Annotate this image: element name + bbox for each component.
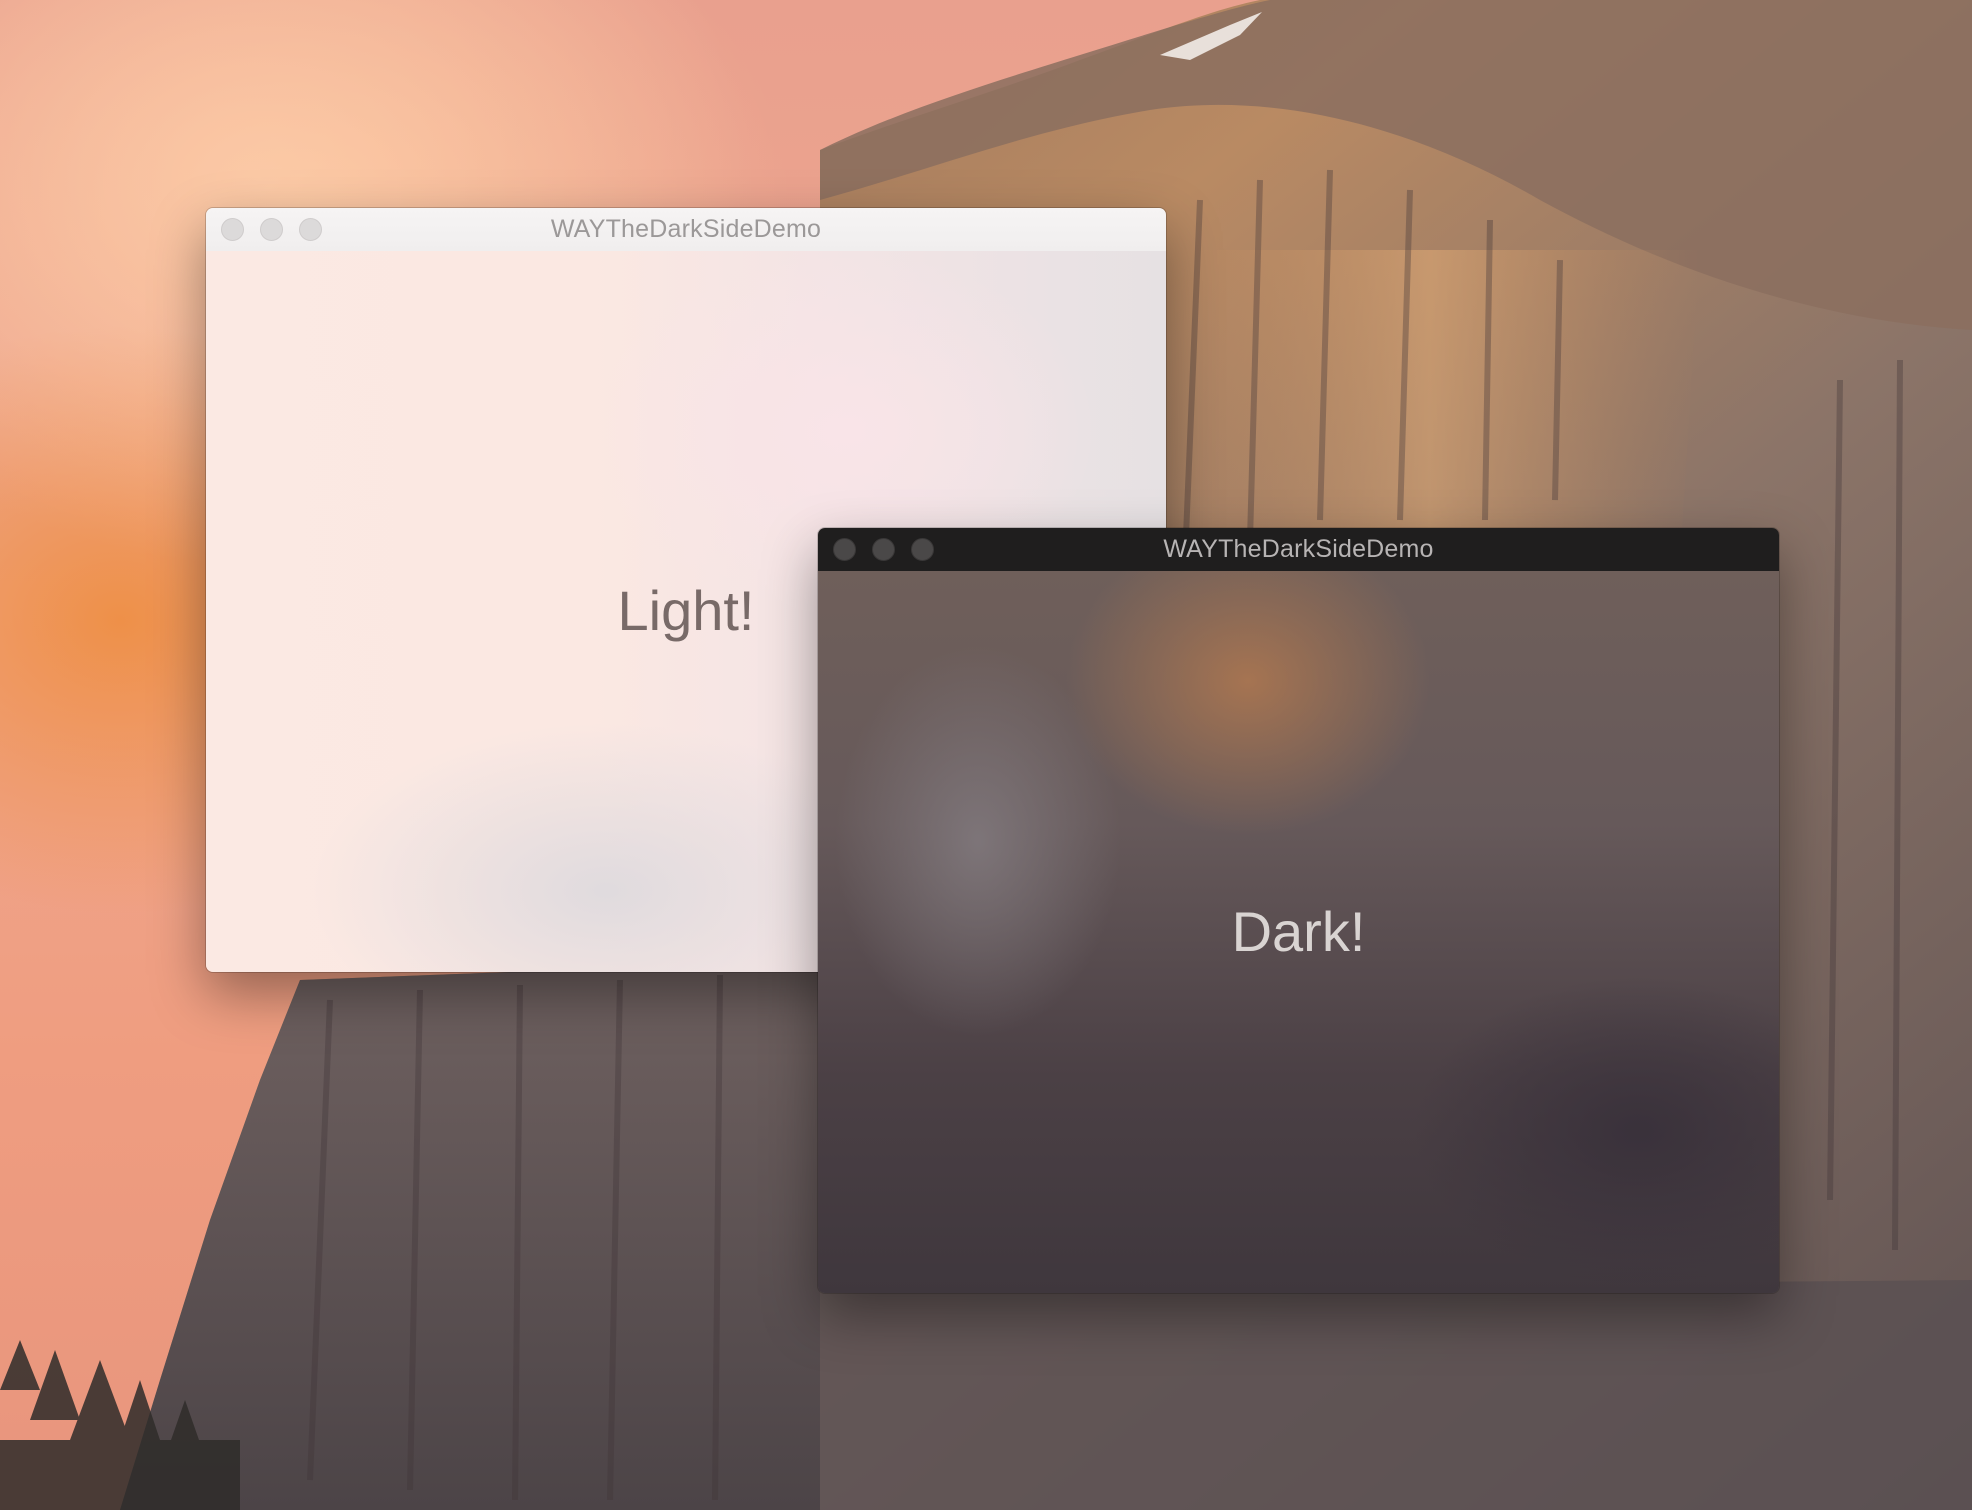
dark-window-content: Dark! — [818, 571, 1779, 1293]
light-label: Light! — [617, 579, 755, 642]
dark-window[interactable]: WAYTheDarkSideDemo Dark! — [818, 528, 1779, 1293]
close-button[interactable] — [221, 218, 244, 241]
window-title: WAYTheDarkSideDemo — [1163, 535, 1434, 563]
zoom-button[interactable] — [911, 538, 934, 561]
window-controls — [833, 528, 934, 571]
minimize-button[interactable] — [872, 538, 895, 561]
window-controls — [221, 208, 322, 251]
light-window-titlebar[interactable]: WAYTheDarkSideDemo — [206, 208, 1166, 252]
close-button[interactable] — [833, 538, 856, 561]
dark-window-titlebar[interactable]: WAYTheDarkSideDemo — [818, 528, 1779, 572]
dark-label: Dark! — [1231, 899, 1366, 963]
window-title: WAYTheDarkSideDemo — [550, 215, 822, 243]
zoom-button[interactable] — [299, 218, 322, 241]
minimize-button[interactable] — [260, 218, 283, 241]
